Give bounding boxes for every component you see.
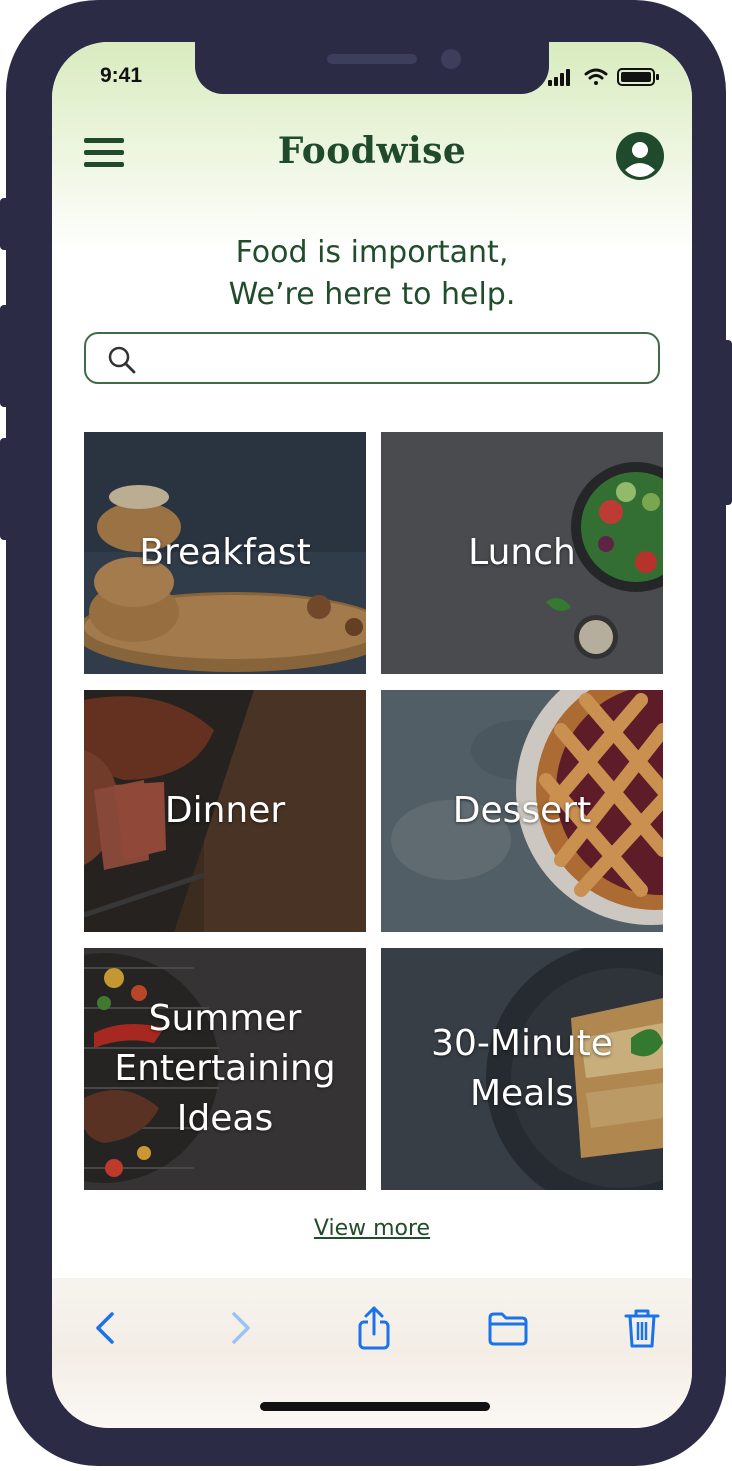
camera	[441, 49, 461, 69]
folder-icon[interactable]	[484, 1304, 532, 1352]
status-icons	[548, 68, 659, 86]
search-bar[interactable]	[84, 332, 660, 384]
category-label: Lunch	[468, 532, 576, 573]
category-label: Dessert	[452, 790, 592, 831]
search-input[interactable]	[144, 342, 648, 376]
search-icon	[108, 346, 136, 374]
category-breakfast[interactable]: Breakfast	[84, 432, 366, 674]
category-dessert[interactable]: Dessert	[381, 690, 663, 932]
trash-icon[interactable]	[618, 1304, 666, 1352]
phone-screen: 9:41 Foodwise Food is important, We’re h…	[52, 42, 692, 1428]
share-icon[interactable]	[350, 1304, 398, 1352]
category-label: Summer Entertaining Ideas	[114, 998, 336, 1139]
category-summer-entertaining[interactable]: Summer Entertaining Ideas	[84, 948, 366, 1190]
phone-frame: 9:41 Foodwise Food is important, We’re h…	[6, 0, 726, 1466]
tagline: Food is important, We’re here to help.	[228, 235, 516, 312]
app-title: Foodwise	[277, 130, 467, 172]
category-lunch[interactable]: Lunch	[381, 432, 663, 674]
speaker	[327, 54, 417, 64]
wifi-icon	[584, 68, 608, 85]
back-icon[interactable]	[82, 1304, 130, 1352]
forward-icon[interactable]	[216, 1304, 264, 1352]
category-dinner[interactable]: Dinner	[84, 690, 366, 932]
category-label: 30-Minute Meals	[431, 1023, 613, 1114]
category-label: Dinner	[164, 790, 286, 831]
notch	[195, 42, 549, 94]
category-label: Breakfast	[139, 532, 311, 573]
app-header: Foodwise	[52, 130, 692, 180]
signal-icon	[548, 69, 570, 86]
status-time: 9:41	[100, 64, 143, 87]
home-indicator[interactable]	[260, 1402, 490, 1411]
account-icon[interactable]	[616, 132, 664, 180]
browser-toolbar	[52, 1304, 692, 1364]
category-30-minute-meals[interactable]: 30-Minute Meals	[381, 948, 663, 1190]
battery-icon	[617, 68, 659, 86]
view-more-link[interactable]: View more	[52, 1216, 692, 1241]
